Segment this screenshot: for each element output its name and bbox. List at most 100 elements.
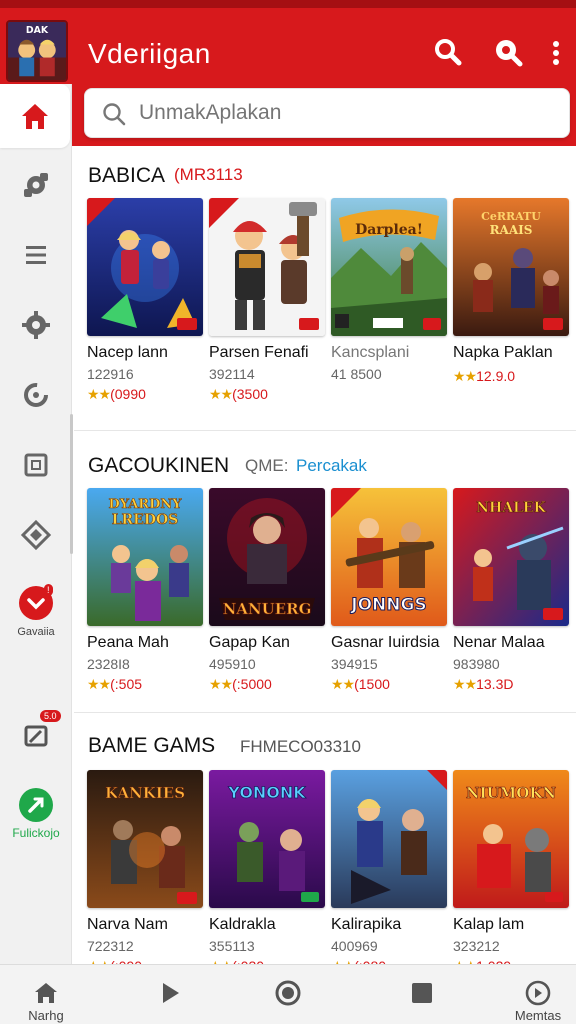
game-rating: ★★12.9.0 (453, 368, 569, 385)
sidebar: ! Gavaiia 5.0 Fulickojo (0, 84, 73, 964)
arrow-icon (19, 788, 53, 822)
game-thumbnail (209, 198, 325, 336)
game-title: Kalirapika (331, 916, 402, 933)
svg-text:LREDOS: LREDOS (112, 512, 179, 528)
search-input[interactable] (139, 101, 539, 125)
diamond-icon (20, 519, 52, 551)
svg-text:Darplea!: Darplea! (355, 222, 423, 238)
game-downloads: 323212 (453, 938, 500, 954)
edit-icon (24, 725, 48, 747)
game-rating: ★★(:5000 (209, 676, 325, 693)
app-screen: DAK Vderiigan UnmakAplakan ! Gavaiia 5.0… (0, 0, 576, 1024)
more-vertical-icon (553, 41, 559, 65)
sidebar-item-home[interactable] (0, 84, 70, 148)
bottom-nav-play[interactable] (130, 965, 210, 1024)
svg-text:RAAIS: RAAIS (490, 223, 533, 237)
game-card[interactable]: Parsen Fenafi 392114 ★★(3500 (209, 198, 325, 403)
game-rating: ★★(:505 (87, 676, 203, 693)
game-rating: ★★(3500 (209, 386, 325, 403)
svg-text:NHALEK: NHALEK (476, 500, 546, 516)
game-downloads: 392114 (209, 366, 255, 382)
home-icon (22, 104, 48, 129)
sidebar-item-offers[interactable] (0, 500, 72, 570)
star-rating-icon: ★★ (209, 676, 233, 692)
game-title: Nenar Malaa (453, 634, 545, 651)
sidebar-item-games[interactable] (0, 150, 72, 220)
game-card[interactable]: Darplea! Kancsplani 41 8500 (331, 198, 447, 382)
app-title: Vderiigan (88, 38, 211, 69)
edit-badge: 5.0 (40, 710, 61, 722)
search-button[interactable] (432, 36, 464, 68)
menu-icon (26, 246, 46, 264)
sidebar-scrollbar[interactable] (70, 414, 73, 554)
game-card[interactable]: Nacep lann 122916 ★★(0990 (87, 198, 203, 403)
sidebar-label-gavaiia: Gavaiia (17, 626, 55, 638)
game-downloads: 394915 (331, 656, 378, 672)
svg-text:CeRRATU: CeRRATU (481, 210, 541, 223)
game-card[interactable]: NANUERG Gapap Kan 495910 ★★(:5000 (209, 488, 325, 693)
bottom-nav-memtas[interactable]: Memtas (498, 965, 576, 1024)
section-subtitle: FHMECO03310 (240, 737, 361, 756)
search-icon (103, 103, 126, 126)
section-title: GACOUKINEN (88, 454, 230, 477)
section-title: BAME GAMS (88, 734, 216, 757)
sidebar-item-settings[interactable] (0, 290, 72, 360)
game-downloads: 41 8500 (331, 366, 382, 382)
overflow-menu-button[interactable] (544, 36, 568, 68)
game-thumbnail: NANUERG (209, 488, 325, 626)
game-thumbnail: DYARDNY LREDOS (87, 488, 203, 626)
game-card[interactable]: KANKIES Narva Nam 722312 ★★(:090 (87, 770, 203, 975)
game-thumbnail: NIUMOKN (453, 770, 569, 908)
game-card[interactable]: JONNGS Gasnar Iuirdsia 394915 ★★(1500 (331, 488, 447, 693)
svg-text:DAK: DAK (26, 25, 49, 36)
game-thumbnail (87, 198, 203, 336)
game-title: Parsen Fenafi (209, 344, 309, 361)
circle-icon (275, 980, 301, 1006)
play-icon (163, 983, 179, 1003)
refresh-icon (24, 383, 48, 407)
bottom-nav-home[interactable]: Narhg (6, 965, 86, 1024)
game-thumbnail: JONNGS (331, 488, 447, 626)
compass-icon (525, 980, 551, 1006)
rating-value: (:505 (110, 676, 143, 692)
section-divider (74, 430, 576, 431)
game-title: Narva Nam (87, 916, 168, 933)
sidebar-item-edit[interactable]: 5.0 (0, 700, 72, 770)
game-card[interactable]: DYARDNY LREDOS Peana Mah 2328I8 ★★(:505 (87, 488, 203, 693)
square-icon (24, 453, 48, 477)
game-title: Nacep lann (87, 344, 168, 361)
game-card[interactable]: NIUMOKN Kalap lam 323212 ★★1.029 (453, 770, 569, 975)
star-rating-icon: ★★ (87, 386, 111, 402)
svg-text:JONNGS: JONNGS (350, 595, 426, 615)
game-card[interactable]: CeRRATU RAAIS Napka Paklan ★★12.9.0 (453, 198, 569, 385)
section-subtitle: (MR3113 (174, 165, 243, 184)
game-downloads: 495910 (209, 656, 256, 672)
app-logo[interactable]: DAK (6, 20, 68, 82)
game-rating: ★★(0990 (87, 386, 203, 403)
voice-search-button[interactable] (492, 36, 524, 68)
sidebar-item-categories[interactable] (0, 220, 72, 290)
star-rating-icon: ★★ (87, 676, 111, 692)
rating-value: (:5000 (232, 676, 272, 692)
section-see-more-link[interactable]: Percakak (296, 456, 367, 476)
bottom-nav-home-button[interactable] (248, 965, 328, 1024)
gear-icon (22, 311, 50, 339)
game-card[interactable]: Kalirapika 400969 ★★(:080 (331, 770, 447, 975)
game-card[interactable]: YONONK Kaldrakla 355113 ★★(:030 (209, 770, 325, 975)
game-title: Kalap lam (453, 916, 525, 933)
section-subtitle-prefix: QME: (245, 456, 289, 475)
sidebar-label-fulickojo: Fulickojo (12, 826, 60, 840)
bottom-nav-recents[interactable] (382, 965, 462, 1024)
game-title: Gapap Kan (209, 634, 290, 651)
game-title: Peana Mah (87, 634, 169, 651)
game-downloads: 355113 (209, 938, 255, 954)
search-bar[interactable] (84, 88, 570, 138)
sidebar-item-updates[interactable] (0, 360, 72, 430)
game-card[interactable]: NHALEK Nenar Malaa 983980 ★★13.3D (453, 488, 569, 693)
star-rating-icon: ★★ (453, 368, 477, 384)
rating-value: (3500 (232, 386, 268, 402)
svg-text:YONONK: YONONK (227, 783, 306, 802)
sidebar-item-library[interactable] (0, 430, 72, 500)
bottom-nav-label: Memtas (514, 1008, 562, 1023)
game-title: Napka Paklan (453, 344, 553, 361)
